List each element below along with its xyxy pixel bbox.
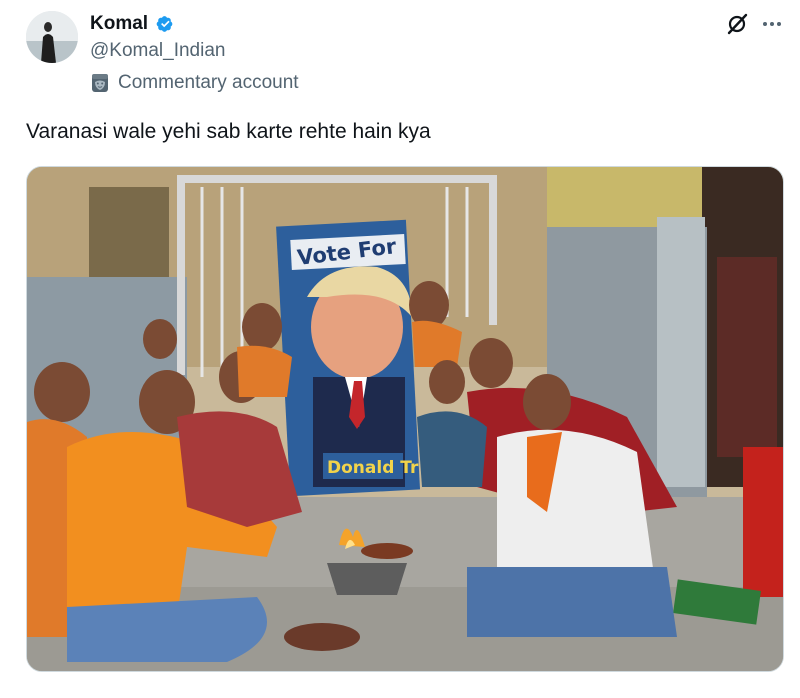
more-dots-icon (763, 22, 781, 26)
author-handle[interactable]: @Komal_Indian (90, 40, 225, 62)
poster: Vote For Donald Tr (276, 219, 421, 497)
poster-donald: Donald Tr (327, 458, 419, 478)
masks-icon (92, 74, 108, 92)
commentary-label[interactable]: Commentary account (90, 71, 299, 95)
grok-icon (727, 13, 748, 35)
avatar-image (26, 11, 78, 63)
commentary-label-text: Commentary account (118, 72, 299, 93)
author-display-name[interactable]: Komal (90, 13, 148, 35)
tweet-text: Varanasi wale yehi sab karte rehte hain … (26, 120, 431, 143)
author-name-row: Komal (90, 12, 174, 36)
avatar[interactable] (26, 11, 78, 63)
more-options-button[interactable] (758, 11, 786, 37)
photo-scene: Vote For Donald Tr (27, 167, 783, 671)
tweet: Komal @Komal_Indian Commentary account V… (0, 0, 800, 698)
tweet-photo[interactable]: Vote For Donald Tr (26, 166, 784, 672)
grok-button[interactable] (724, 11, 750, 37)
verified-badge-icon[interactable] (154, 14, 174, 34)
